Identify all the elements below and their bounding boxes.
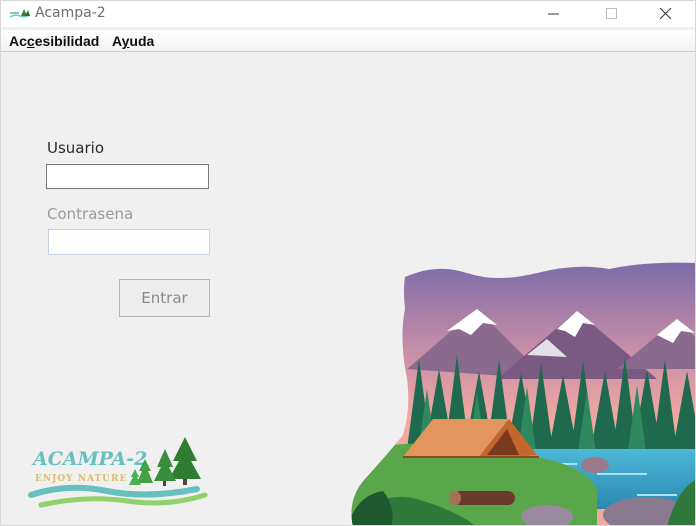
menu-bar: Accesibilidad Ayuda (1, 30, 695, 52)
menu-ayuda[interactable]: Ayuda (112, 33, 154, 49)
maximize-icon (606, 8, 617, 19)
username-label: Usuario (47, 139, 105, 157)
menu-accesibilidad-label-end: esibilidad (34, 33, 100, 49)
menu-accesibilidad-label-start: Ac (9, 33, 27, 49)
title-bar[interactable]: Acampa-2 (1, 1, 695, 27)
enter-button[interactable]: Entrar (119, 279, 210, 317)
logo-name: ACAMPA-2 (31, 448, 147, 470)
close-icon (660, 8, 672, 20)
window-title: Acampa-2 (35, 5, 106, 21)
camping-scene-illustration (351, 262, 695, 525)
logo-tagline: ENJOY NATURE (35, 474, 127, 484)
minimize-button[interactable] (531, 1, 577, 27)
app-icon (9, 9, 31, 18)
close-button[interactable] (643, 1, 689, 27)
menu-accesibilidad[interactable]: Accesibilidad (9, 33, 99, 49)
menu-ayuda-label-end: uda (129, 33, 155, 49)
username-field[interactable] (46, 164, 209, 189)
maximize-button[interactable] (589, 1, 635, 27)
menu-ayuda-label-start: A (112, 33, 122, 49)
menu-accesibilidad-mnemonic: c (26, 33, 35, 49)
acampa-logo: ACAMPA-2 ENJOY NATURE (28, 437, 208, 508)
app-window: Acampa-2 Accesibilidad Ayuda Usuario Con… (0, 0, 696, 526)
minimize-icon (548, 13, 559, 15)
password-field[interactable] (48, 229, 210, 255)
password-label: Contrasena (47, 205, 134, 223)
